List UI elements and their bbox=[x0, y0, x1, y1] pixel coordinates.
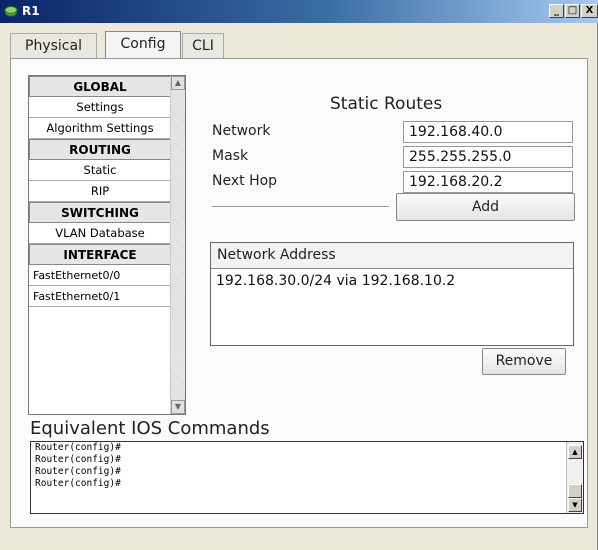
ios-commands-console[interactable]: Router(config)# Router(config)# Router(c… bbox=[30, 441, 584, 514]
network-address-header: Network Address bbox=[211, 243, 573, 269]
divider bbox=[212, 206, 389, 208]
sidebar-header-routing: ROUTING bbox=[29, 139, 171, 160]
close-button[interactable]: X bbox=[581, 4, 598, 18]
routes-table: Network Address 192.168.30.0/24 via 192.… bbox=[210, 242, 574, 346]
sidebar-item-rip[interactable]: RIP bbox=[29, 181, 171, 202]
scroll-down-icon[interactable]: ▼ bbox=[171, 400, 185, 414]
mask-input[interactable] bbox=[403, 146, 573, 168]
console-line: Router(config)# bbox=[35, 478, 121, 489]
sidebar-item-fastethernet0-0[interactable]: FastEthernet0/0 bbox=[29, 265, 171, 286]
console-line: Router(config)# bbox=[35, 454, 121, 465]
network-label: Network bbox=[212, 123, 271, 139]
route-row[interactable]: 192.168.30.0/24 via 192.168.10.2 bbox=[211, 269, 573, 289]
sidebar-header-switching: SWITCHING bbox=[29, 202, 171, 223]
scroll-up-icon[interactable]: ▲ bbox=[568, 445, 582, 459]
maximize-button[interactable]: □ bbox=[565, 4, 580, 18]
next-hop-label: Next Hop bbox=[212, 173, 278, 189]
sidebar-header-global: GLOBAL bbox=[29, 76, 171, 97]
router-icon bbox=[4, 6, 18, 17]
scroll-up-icon[interactable]: ▲ bbox=[171, 76, 185, 90]
sidebar-header-interface: INTERFACE bbox=[29, 244, 171, 265]
console-line: Router(config)# bbox=[35, 442, 121, 453]
scroll-thumb[interactable] bbox=[568, 484, 582, 498]
tab-physical[interactable]: Physical bbox=[10, 33, 97, 58]
sidebar-item-algorithm-settings[interactable]: Algorithm Settings bbox=[29, 118, 171, 139]
ios-commands-title: Equivalent IOS Commands bbox=[30, 418, 270, 439]
static-routes-heading: Static Routes bbox=[330, 94, 443, 114]
title-bar[interactable]: R1 _ □ X bbox=[0, 0, 598, 23]
sidebar-item-vlan-database[interactable]: VLAN Database bbox=[29, 223, 171, 244]
sidebar: GLOBAL Settings Algorithm Settings ROUTI… bbox=[28, 75, 186, 415]
router-window: R1 _ □ X Physical Config CLI GLOBAL Sett… bbox=[0, 0, 598, 550]
scroll-down-icon[interactable]: ▼ bbox=[568, 498, 582, 512]
sidebar-scrollbar[interactable]: ▲ ▼ bbox=[170, 76, 185, 414]
sidebar-item-fastethernet0-1[interactable]: FastEthernet0/1 bbox=[29, 286, 171, 307]
console-line: Router(config)# bbox=[35, 466, 121, 477]
tab-cli[interactable]: CLI bbox=[182, 33, 224, 58]
add-button[interactable]: Add bbox=[396, 193, 575, 221]
next-hop-input[interactable] bbox=[403, 171, 573, 193]
console-scrollbar[interactable]: ▲ ▼ bbox=[566, 442, 583, 513]
minimize-button[interactable]: _ bbox=[549, 4, 564, 18]
window-title: R1 bbox=[22, 4, 40, 18]
mask-label: Mask bbox=[212, 148, 249, 164]
sidebar-items: GLOBAL Settings Algorithm Settings ROUTI… bbox=[29, 76, 171, 307]
network-input[interactable] bbox=[403, 121, 573, 143]
sidebar-item-static[interactable]: Static bbox=[29, 160, 171, 181]
tab-config[interactable]: Config bbox=[105, 31, 181, 59]
remove-button[interactable]: Remove bbox=[482, 348, 566, 375]
sidebar-item-settings[interactable]: Settings bbox=[29, 97, 171, 118]
